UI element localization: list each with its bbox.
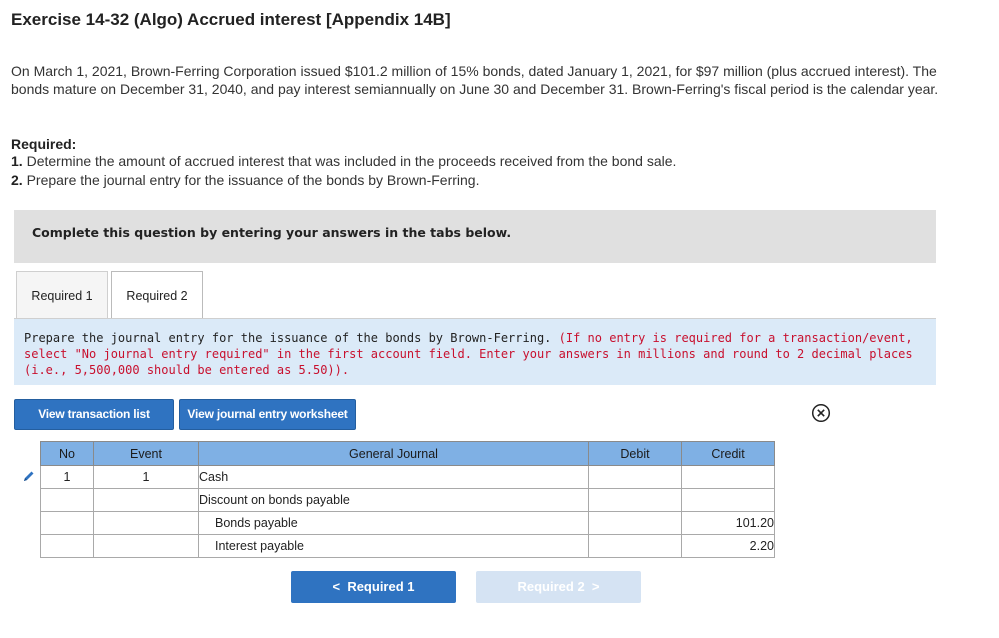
header-credit: Credit (681, 441, 775, 466)
debit-cell[interactable] (588, 511, 682, 535)
nav-next-label: Required 2 (517, 579, 585, 594)
journal-row: 1 1 Cash (40, 465, 775, 489)
tab-required-2[interactable]: Required 2 (111, 271, 203, 320)
required-item-number: 2. (11, 172, 23, 188)
journal-row: Discount on bonds payable (40, 488, 775, 512)
debit-cell[interactable] (588, 534, 682, 558)
header-general-journal: General Journal (198, 441, 589, 466)
chevron-left-icon: < (332, 579, 341, 594)
required-item-2: 2. Prepare the journal entry for the iss… (11, 172, 480, 188)
row-event: 1 (93, 465, 199, 489)
journal-row: Bonds payable 101.20 (40, 511, 775, 535)
journal-table: No Event General Journal Debit Credit 1 … (40, 441, 775, 558)
previous-required-1-button[interactable]: < Required 1 (291, 571, 456, 603)
debit-cell[interactable] (588, 488, 682, 512)
header-no: No (40, 441, 94, 466)
account-cell[interactable]: Discount on bonds payable (198, 488, 589, 512)
required-item-number: 1. (11, 153, 23, 169)
instructions-main: Prepare the journal entry for the issuan… (24, 331, 552, 345)
row-event (93, 534, 199, 558)
credit-cell[interactable]: 2.20 (681, 534, 775, 558)
header-debit: Debit (588, 441, 682, 466)
instructions-box: Prepare the journal entry for the issuan… (14, 319, 936, 385)
row-no (40, 534, 94, 558)
view-transaction-list-button[interactable]: View transaction list (14, 399, 174, 430)
debit-cell[interactable] (588, 465, 682, 489)
credit-cell[interactable] (681, 465, 775, 489)
required-item-text: Determine the amount of accrued interest… (26, 153, 677, 169)
journal-header-row: No Event General Journal Debit Credit (40, 441, 775, 466)
row-no (40, 511, 94, 535)
next-required-2-button: Required 2 > (476, 571, 641, 603)
page-title: Exercise 14-32 (Algo) Accrued interest [… (11, 10, 451, 29)
account-cell[interactable]: Cash (198, 465, 589, 489)
required-item-1: 1. Determine the amount of accrued inter… (11, 153, 676, 169)
row-no (40, 488, 94, 512)
close-icon[interactable] (811, 403, 831, 423)
banner-text: Complete this question by entering your … (32, 225, 512, 240)
view-journal-worksheet-button[interactable]: View journal entry worksheet (179, 399, 356, 430)
account-cell[interactable]: Bonds payable (198, 511, 589, 535)
row-event (93, 511, 199, 535)
instruction-banner: Complete this question by entering your … (14, 210, 936, 263)
nav-prev-label: Required 1 (347, 579, 415, 594)
header-event: Event (93, 441, 199, 466)
account-cell[interactable]: Interest payable (198, 534, 589, 558)
credit-cell[interactable] (681, 488, 775, 512)
pencil-icon[interactable] (22, 470, 35, 483)
credit-cell[interactable]: 101.20 (681, 511, 775, 535)
row-no: 1 (40, 465, 94, 489)
row-event (93, 488, 199, 512)
chevron-right-icon: > (591, 579, 600, 594)
required-heading: Required: (11, 136, 77, 152)
tab-required-1[interactable]: Required 1 (16, 271, 108, 318)
journal-row: Interest payable 2.20 (40, 534, 775, 558)
required-item-text: Prepare the journal entry for the issuan… (26, 172, 480, 188)
problem-text: On March 1, 2021, Brown-Ferring Corporat… (11, 63, 939, 97)
